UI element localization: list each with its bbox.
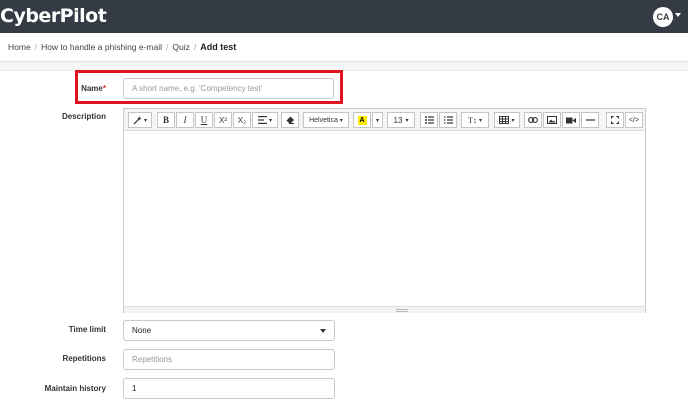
font-family-dropdown[interactable]: Helvetica ▾ bbox=[303, 112, 349, 128]
breadcrumb-separator: / bbox=[34, 42, 38, 52]
underline-button[interactable]: U bbox=[195, 112, 213, 128]
picture-icon bbox=[547, 116, 557, 124]
name-field-highlight bbox=[75, 70, 343, 104]
breadcrumb-course[interactable]: How to handle a phishing e-mail bbox=[41, 42, 162, 52]
subscript-button[interactable]: X₂ bbox=[233, 112, 251, 128]
unordered-list-button[interactable] bbox=[420, 112, 438, 128]
time-limit-select[interactable]: None bbox=[123, 320, 335, 341]
breadcrumb-separator: / bbox=[193, 42, 197, 52]
chevron-down-icon bbox=[320, 329, 326, 333]
insert-video-button[interactable] bbox=[562, 112, 580, 128]
eraser-icon bbox=[286, 116, 294, 124]
ordered-list-button[interactable] bbox=[439, 112, 457, 128]
table-icon bbox=[499, 116, 510, 124]
magic-wand-icon bbox=[133, 115, 142, 125]
editor-content-area[interactable] bbox=[124, 131, 645, 306]
maintain-history-input[interactable]: 1 bbox=[123, 378, 335, 399]
grip-icon bbox=[396, 309, 408, 312]
breadcrumb: Home / How to handle a phishing e-mail /… bbox=[0, 33, 688, 62]
description-label: Description bbox=[61, 112, 106, 121]
table-dropdown[interactable]: ▾ bbox=[494, 112, 520, 128]
line-height-dropdown[interactable]: T↕ ▾ bbox=[461, 112, 489, 128]
highlight-color-dropdown[interactable]: ▾ bbox=[372, 112, 383, 128]
fullscreen-icon bbox=[611, 116, 619, 124]
repetitions-label: Repetitions bbox=[62, 354, 106, 363]
user-avatar[interactable]: CA bbox=[653, 7, 673, 27]
maintain-history-label: Maintain history bbox=[44, 384, 106, 393]
video-icon bbox=[566, 117, 576, 123]
code-view-button[interactable]: </> bbox=[625, 112, 643, 128]
time-limit-selected: None bbox=[132, 326, 152, 335]
insert-link-button[interactable] bbox=[524, 112, 542, 128]
highlight-color-icon: A bbox=[357, 115, 367, 125]
editor-toolbar: ▾ B I U X² X₂ ▾ Helvetica ▾ A ▾ 13 ▾ T↕ ▾ ▾ bbox=[124, 109, 645, 131]
insert-picture-button[interactable] bbox=[543, 112, 561, 128]
breadcrumb-separator: / bbox=[166, 42, 169, 52]
breadcrumb-home[interactable]: Home bbox=[8, 42, 31, 52]
repetitions-input[interactable]: Repetitions bbox=[123, 349, 335, 370]
fullscreen-button[interactable] bbox=[606, 112, 624, 128]
superscript-button[interactable]: X² bbox=[214, 112, 232, 128]
time-limit-label: Time limit bbox=[68, 325, 106, 334]
link-icon bbox=[528, 117, 538, 123]
align-left-icon bbox=[257, 116, 267, 124]
numbered-list-icon bbox=[443, 116, 453, 124]
user-menu-caret-icon[interactable] bbox=[675, 13, 681, 17]
cyberpilot-logo[interactable]: CyberPilot bbox=[0, 5, 107, 27]
bold-button[interactable]: B bbox=[157, 112, 175, 128]
top-navbar: CyberPilot CA bbox=[0, 0, 688, 33]
horizontal-rule-icon bbox=[585, 119, 595, 121]
align-dropdown-button[interactable]: ▾ bbox=[252, 112, 278, 128]
italic-button[interactable]: I bbox=[176, 112, 194, 128]
breadcrumb-current: Add test bbox=[200, 42, 237, 52]
font-size-dropdown[interactable]: 13 ▾ bbox=[387, 112, 415, 128]
bullet-list-icon bbox=[424, 116, 434, 124]
description-editor: ▾ B I U X² X₂ ▾ Helvetica ▾ A ▾ 13 ▾ T↕ ▾ ▾ bbox=[123, 108, 646, 313]
breadcrumb-quiz[interactable]: Quiz bbox=[172, 42, 189, 52]
horizontal-rule-button[interactable] bbox=[581, 112, 599, 128]
highlight-color-button[interactable]: A bbox=[353, 112, 371, 128]
magic-wand-style-button[interactable]: ▾ bbox=[128, 112, 152, 128]
editor-resize-handle[interactable] bbox=[124, 306, 645, 313]
clear-format-button[interactable] bbox=[281, 112, 299, 128]
